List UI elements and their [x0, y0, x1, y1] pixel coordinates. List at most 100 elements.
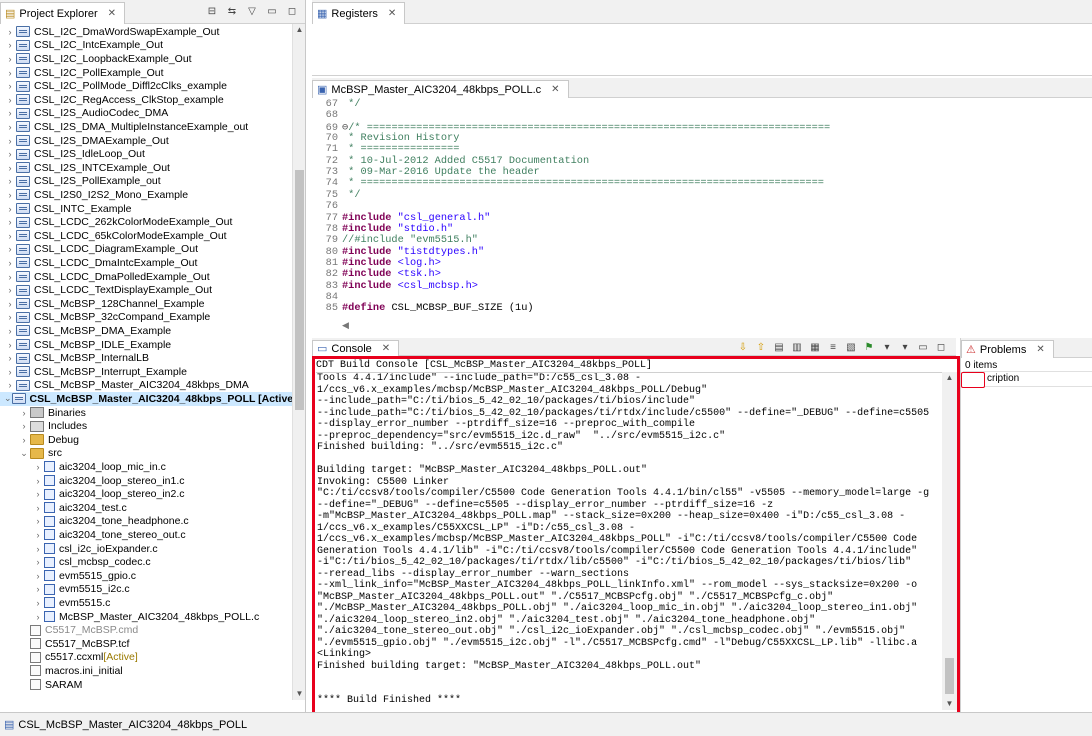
console-scrollbar-thumb[interactable]	[945, 658, 954, 694]
expand-arrow-icon[interactable]: ›	[4, 204, 16, 214]
expand-arrow-icon[interactable]: ›	[18, 408, 30, 418]
scroll-up-icon[interactable]: ▲	[293, 24, 306, 36]
file-item[interactable]: SARAM	[0, 678, 292, 692]
file-item[interactable]: › aic3204_tone_stereo_out.c	[0, 528, 292, 542]
expand-arrow-icon[interactable]: ›	[32, 476, 44, 486]
project-item[interactable]: › CSL_McBSP_32cCompand_Example	[0, 311, 292, 325]
file-item[interactable]: › aic3204_test.c	[0, 501, 292, 515]
project-item[interactable]: › CSL_I2C_LoopbackExample_Out	[0, 52, 292, 66]
expand-arrow-icon[interactable]: ›	[4, 95, 16, 105]
tab-editor-file[interactable]: ▣ McBSP_Master_AIC3204_48kbps_POLL.c ✕	[312, 80, 569, 98]
expand-arrow-icon[interactable]: ›	[4, 217, 16, 227]
scroll-left-icon[interactable]: ◀	[342, 320, 349, 330]
scroll-lock-icon[interactable]: ▦	[808, 340, 822, 354]
project-item[interactable]: › CSL_I2C_DmaWordSwapExample_Out	[0, 25, 292, 39]
file-item[interactable]: › evm5515_i2c.c	[0, 583, 292, 597]
copy-icon[interactable]: ▧	[844, 340, 858, 354]
project-item[interactable]: › CSL_I2C_IntcExample_Out	[0, 39, 292, 53]
expand-arrow-icon[interactable]: ›	[4, 326, 16, 336]
project-item[interactable]: ⌄ CSL_McBSP_Master_AIC3204_48kbps_POLL [A…	[0, 392, 292, 406]
expand-arrow-icon[interactable]: ⌄	[4, 393, 12, 404]
expand-arrow-icon[interactable]: ›	[4, 136, 16, 146]
project-item[interactable]: › CSL_I2C_RegAccess_ClkStop_example	[0, 93, 292, 107]
project-item[interactable]: › CSL_I2S_AudioCodec_DMA	[0, 107, 292, 121]
expand-arrow-icon[interactable]: ›	[4, 176, 16, 186]
expand-arrow-icon[interactable]: ›	[32, 503, 44, 513]
minimize-icon[interactable]: ▭	[265, 4, 279, 18]
expand-arrow-icon[interactable]: ›	[32, 612, 44, 622]
tree-scrollbar-thumb[interactable]	[295, 170, 304, 410]
file-item[interactable]: › evm5515.c	[0, 596, 292, 610]
project-item[interactable]: › CSL_McBSP_DMA_Example	[0, 324, 292, 338]
close-icon[interactable]: ✕	[551, 84, 559, 95]
expand-arrow-icon[interactable]: ›	[4, 299, 16, 309]
expand-arrow-icon[interactable]: ⌄	[18, 448, 30, 459]
display-console-icon[interactable]: ▾	[880, 340, 894, 354]
scroll-down-icon[interactable]: ▼	[293, 688, 306, 700]
project-item[interactable]: › CSL_INTC_Example	[0, 202, 292, 216]
project-item[interactable]: › CSL_LCDC_TextDisplayExample_Out	[0, 283, 292, 297]
project-item[interactable]: › CSL_McBSP_128Channel_Example	[0, 297, 292, 311]
expand-arrow-icon[interactable]: ›	[32, 462, 44, 472]
scroll-down-icon[interactable]: ▼	[942, 698, 957, 710]
expand-arrow-icon[interactable]: ›	[4, 244, 16, 254]
maximize-icon[interactable]: ◻	[934, 340, 948, 354]
expand-arrow-icon[interactable]: ›	[4, 258, 16, 268]
expand-arrow-icon[interactable]: ›	[4, 122, 16, 132]
expand-arrow-icon[interactable]: ›	[4, 108, 16, 118]
file-item[interactable]: › csl_i2c_ioExpander.c	[0, 542, 292, 556]
expand-arrow-icon[interactable]: ›	[32, 489, 44, 499]
expand-arrow-icon[interactable]: ›	[4, 40, 16, 50]
show-build-console-icon[interactable]: ▤	[772, 340, 786, 354]
tab-problems[interactable]: ⚠ Problems ✕	[961, 340, 1054, 358]
file-item[interactable]: › aic3204_tone_headphone.c	[0, 515, 292, 529]
expand-arrow-icon[interactable]: ›	[32, 584, 44, 594]
expand-arrow-icon[interactable]: ›	[32, 571, 44, 581]
project-item[interactable]: › CSL_LCDC_DmaPolledExample_Out	[0, 270, 292, 284]
folder-item[interactable]: › Binaries	[0, 406, 292, 420]
editor-horizontal-scrollbar[interactable]: ◀	[342, 320, 1088, 332]
console-scrollbar[interactable]: ▲ ▼	[942, 372, 957, 710]
file-item[interactable]: › evm5515_gpio.c	[0, 569, 292, 583]
expand-arrow-icon[interactable]: ›	[4, 231, 16, 241]
expand-arrow-icon[interactable]: ›	[4, 54, 16, 64]
next-error-icon[interactable]: ⇩	[736, 340, 750, 354]
project-item[interactable]: › CSL_McBSP_IDLE_Example	[0, 338, 292, 352]
expand-arrow-icon[interactable]: ›	[4, 353, 16, 363]
scroll-up-icon[interactable]: ▲	[942, 372, 957, 384]
expand-arrow-icon[interactable]: ›	[32, 598, 44, 608]
pin-console-icon[interactable]: ⚑	[862, 340, 876, 354]
expand-arrow-icon[interactable]: ›	[18, 435, 30, 445]
expand-arrow-icon[interactable]: ›	[32, 544, 44, 554]
link-with-editor-icon[interactable]: ⇆	[225, 4, 239, 18]
expand-arrow-icon[interactable]: ›	[32, 530, 44, 540]
view-menu-icon[interactable]: ▽	[245, 4, 259, 18]
tab-registers[interactable]: ▦ Registers ✕	[312, 2, 406, 24]
project-item[interactable]: › CSL_I2S_DMA_MultipleInstanceExample_out	[0, 120, 292, 134]
expand-arrow-icon[interactable]: ›	[32, 557, 44, 567]
expand-arrow-icon[interactable]: ›	[32, 516, 44, 526]
expand-arrow-icon[interactable]: ›	[4, 68, 16, 78]
word-wrap-icon[interactable]: ≡	[826, 340, 840, 354]
close-icon[interactable]: ✕	[108, 8, 116, 19]
close-icon[interactable]: ✕	[1036, 344, 1044, 355]
expand-arrow-icon[interactable]: ›	[4, 380, 16, 390]
project-item[interactable]: › CSL_McBSP_Interrupt_Example	[0, 365, 292, 379]
previous-error-icon[interactable]: ⇧	[754, 340, 768, 354]
expand-arrow-icon[interactable]: ›	[4, 27, 16, 37]
expand-arrow-icon[interactable]: ›	[4, 312, 16, 322]
console-output[interactable]: Tools 4.4.1/include" --include_path="D:/…	[316, 372, 942, 710]
file-item[interactable]: C5517_McBSP.cmd	[0, 623, 292, 637]
expand-arrow-icon[interactable]: ›	[4, 190, 16, 200]
tree-scrollbar[interactable]: ▲ ▼	[292, 24, 305, 700]
minimize-icon[interactable]: ▭	[916, 340, 930, 354]
expand-arrow-icon[interactable]: ›	[4, 272, 16, 282]
project-item[interactable]: › CSL_McBSP_Master_AIC3204_48kbps_DMA	[0, 379, 292, 393]
project-item[interactable]: › CSL_LCDC_262kColorModeExample_Out	[0, 215, 292, 229]
project-item[interactable]: › CSL_LCDC_65kColorModeExample_Out	[0, 229, 292, 243]
project-item[interactable]: › CSL_I2S_IdleLoop_Out	[0, 147, 292, 161]
file-item[interactable]: macros.ini_initial	[0, 664, 292, 678]
close-icon[interactable]: ✕	[388, 8, 396, 19]
project-item[interactable]: › CSL_I2S0_I2S2_Mono_Example	[0, 188, 292, 202]
file-item[interactable]: C5517_McBSP.tcf	[0, 637, 292, 651]
